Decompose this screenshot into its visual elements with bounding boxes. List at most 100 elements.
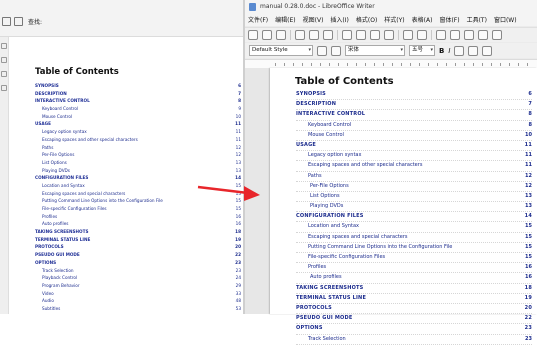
thumbnails-icon[interactable] — [1, 43, 7, 49]
toc-entry[interactable]: TERMINAL STATUS LINE 19 — [296, 294, 532, 304]
formatting-marks-icon[interactable] — [464, 30, 474, 40]
toc-entry[interactable]: Paths 12 — [296, 172, 532, 182]
toc-entry[interactable]: INTERACTIVE CONTROL 8 — [296, 110, 532, 121]
export-pdf-icon[interactable] — [295, 30, 305, 40]
insert-image-icon[interactable] — [492, 30, 502, 40]
spelling-icon[interactable] — [450, 30, 460, 40]
toc-entry[interactable]: Mouse Control 10 — [296, 131, 532, 141]
page-icon[interactable] — [14, 17, 23, 26]
menu-item[interactable]: 文件(F) — [248, 15, 268, 24]
open-icon[interactable] — [262, 30, 272, 40]
toc-entry[interactable]: Subtitles 53 — [35, 305, 241, 313]
toc-entry[interactable]: Escaping spaces and other special charac… — [296, 161, 532, 172]
cut-icon[interactable] — [342, 30, 352, 40]
toc-entry[interactable]: Profiles 16 — [296, 263, 532, 274]
find-replace-icon[interactable] — [436, 30, 446, 40]
toc-entry[interactable]: Putting Command Line Options into the Co… — [296, 243, 532, 253]
menu-item[interactable]: 窗口(W) — [494, 15, 517, 24]
menu-item[interactable]: 视图(V) — [303, 15, 324, 24]
toc-entry[interactable]: Per-File Options 12 — [35, 151, 241, 159]
menu-item[interactable]: 样式(Y) — [384, 15, 404, 24]
toc-entry[interactable]: Playing DVDs 13 — [296, 202, 532, 213]
font-color-icon[interactable] — [482, 45, 493, 56]
toc-entry[interactable]: Playing DVDs 13 — [35, 167, 241, 175]
toc-entry[interactable]: Auto profiles 16 — [296, 273, 532, 284]
clone-format-icon[interactable] — [384, 30, 394, 40]
toc-entry[interactable]: Escaping spaces and special characters 15 — [296, 233, 532, 243]
toc-entry[interactable]: USAGE 11 — [296, 141, 532, 152]
save-icon[interactable] — [276, 30, 286, 40]
bold-button[interactable]: B — [439, 47, 444, 55]
toc-entry[interactable]: Auto profiles 16 — [35, 220, 241, 228]
paragraph-style-select[interactable]: Default Style ▾ — [249, 45, 313, 56]
toc-entry[interactable]: Audio 48 — [35, 297, 241, 305]
toc-entry[interactable]: PROTOCOLS 20 — [296, 304, 532, 315]
toc-entry-page: 16 — [235, 221, 241, 227]
font-size-select[interactable]: 五号 ▾ — [409, 45, 435, 56]
toc-entry[interactable]: List Options 13 — [296, 192, 532, 203]
strikethrough-icon[interactable] — [468, 45, 479, 56]
sidebar-toggle-icon[interactable] — [2, 17, 11, 26]
toc-entry[interactable]: OPTIONS 23 — [296, 324, 532, 335]
toc-entry[interactable]: SYNOPSIS 6 — [296, 90, 532, 101]
toc-entry[interactable]: Track Selection 23 — [35, 267, 241, 275]
menu-item[interactable]: 表格(A) — [412, 15, 433, 24]
paste-icon[interactable] — [370, 30, 380, 40]
toc-entry[interactable]: PROTOCOLS 20 — [35, 243, 241, 251]
toc-entry[interactable]: DESCRIPTION 7 — [296, 100, 532, 111]
copy-icon[interactable] — [356, 30, 366, 40]
toc-entry[interactable]: INTERACTIVE CONTROL 8 — [35, 97, 241, 105]
toc-entry[interactable]: CONFIGURATION FILES 14 — [296, 212, 532, 223]
toc-entry[interactable]: DESCRIPTION 7 — [35, 90, 241, 98]
toc-entry[interactable]: Legacy option syntax 11 — [35, 128, 241, 136]
toc-entry[interactable]: PSEUDO GUI MODE 22 — [296, 314, 532, 325]
bookmarks-icon[interactable] — [1, 57, 7, 63]
font-name-select[interactable]: 宋体 ▾ — [345, 45, 405, 56]
menu-item[interactable]: 窗体(F) — [439, 15, 459, 24]
toc-entry[interactable]: Paths 12 — [35, 144, 241, 152]
toc-entry[interactable]: Playback Control 24 — [35, 274, 241, 282]
attachments-icon[interactable] — [1, 85, 7, 91]
toc-entry[interactable]: TAKING SCREENSHOTS 18 — [35, 228, 241, 236]
toc-entry[interactable]: USAGE 11 — [35, 120, 241, 128]
toc-entry[interactable]: Per-File Options 12 — [296, 182, 532, 192]
toc-entry[interactable]: File-specific Configuration Files 15 — [35, 205, 241, 213]
toc-entry[interactable]: Legacy option syntax 11 — [296, 151, 532, 162]
menu-item[interactable]: 工具(T) — [467, 15, 487, 24]
toc-entry[interactable]: Keyboard Control 9 — [35, 105, 241, 113]
toc-entry-label: Paths — [42, 144, 54, 150]
menu-item[interactable]: 插入(I) — [330, 15, 348, 24]
print-icon[interactable] — [309, 30, 319, 40]
toc-entry[interactable]: Location and Syntax 15 — [296, 222, 532, 233]
insert-table-icon[interactable] — [478, 30, 488, 40]
toc-entry[interactable]: TAKING SCREENSHOTS 18 — [296, 284, 532, 294]
document-page[interactable]: Table of Contents SYNOPSIS 6 DESCRIPTION 7 I… — [270, 68, 537, 345]
toc-entry[interactable]: List Options 13 — [35, 159, 241, 167]
toc-entry[interactable]: File-specific Configuration Files 15 — [296, 253, 532, 264]
toc-entry-page: 15 — [525, 233, 532, 240]
menu-item[interactable]: 格式(O) — [356, 15, 377, 24]
toc-entry[interactable]: PSEUDO GUI MODE 22 — [35, 251, 241, 259]
print-preview-icon[interactable] — [323, 30, 333, 40]
toc-entry-label: INTERACTIVE CONTROL — [35, 98, 90, 104]
toc-entry[interactable]: Program Behavior 29 — [35, 282, 241, 290]
toc-entry[interactable]: OPTIONS 23 — [35, 259, 241, 267]
search-icon[interactable] — [1, 71, 7, 77]
toc-entry-label: TAKING SCREENSHOTS — [35, 229, 89, 235]
new-style-icon[interactable] — [331, 45, 341, 56]
toc-entry[interactable]: Profiles 16 — [35, 213, 241, 221]
new-document-icon[interactable] — [248, 30, 258, 40]
update-style-icon[interactable] — [317, 45, 327, 56]
toc-entry[interactable]: Mouse Control 10 — [35, 113, 241, 121]
toc-entry[interactable]: Track Selection 23 — [296, 335, 532, 345]
toc-entry[interactable]: TERMINAL STATUS LINE 19 — [35, 236, 241, 244]
undo-icon[interactable] — [403, 30, 413, 40]
underline-icon[interactable] — [454, 45, 465, 56]
toc-entry[interactable]: SYNOPSIS 6 — [35, 82, 241, 90]
toc-entry[interactable]: Video 33 — [35, 290, 241, 298]
toc-entry[interactable]: Escaping spaces and other special charac… — [35, 136, 241, 144]
menu-item[interactable]: 编辑(E) — [275, 15, 295, 24]
toc-entry[interactable]: Keyboard Control 8 — [296, 121, 532, 131]
italic-button[interactable]: I — [448, 47, 450, 55]
redo-icon[interactable] — [417, 30, 427, 40]
